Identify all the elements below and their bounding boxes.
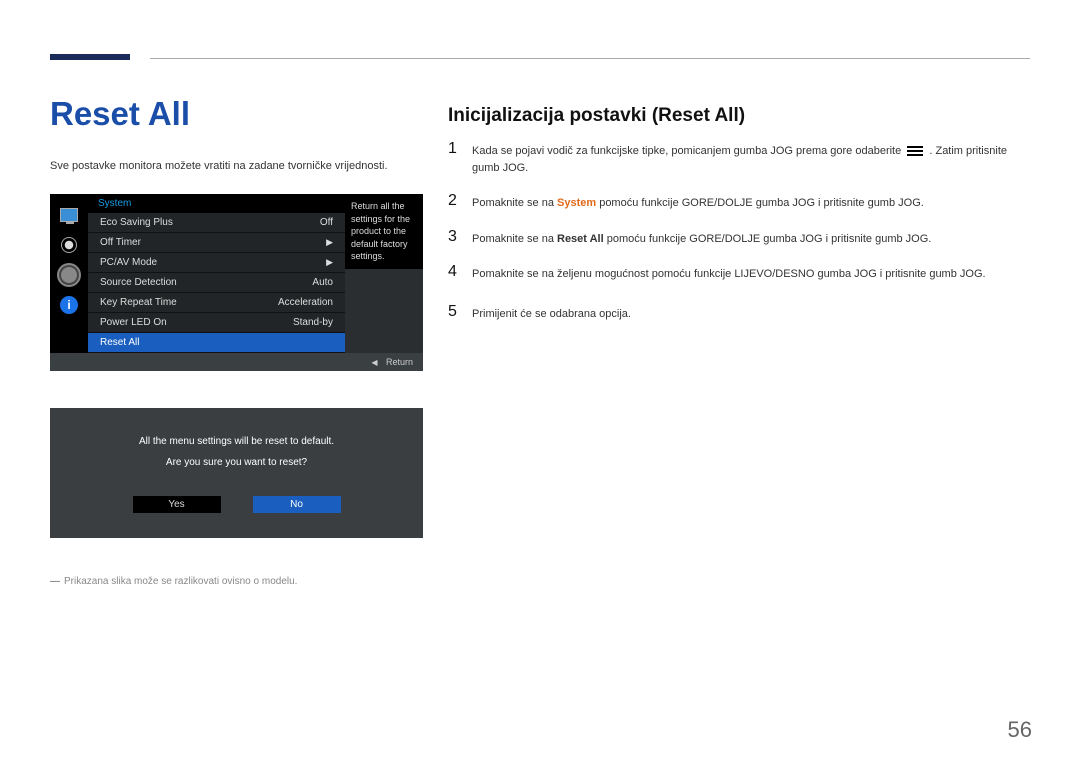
- header-divider: [150, 58, 1030, 59]
- step-number: 5: [448, 303, 472, 321]
- step-5: 5 Primijenit će se odabrana opcija.: [448, 303, 1032, 323]
- step-1: 1 Kada se pojavi vodič za funkcijske tip…: [448, 140, 1032, 176]
- osd-item-pcav: PC/AV Mode ▶: [88, 253, 345, 273]
- step-text: Pomaknite se na željenu mogućnost pomoću…: [472, 263, 986, 283]
- confirm-message-2: Are you sure you want to reset?: [50, 457, 423, 468]
- page-title-left: Reset All: [50, 95, 190, 133]
- osd-tooltip: Return all the settings for the product …: [345, 194, 423, 269]
- monitor-icon: [58, 204, 80, 226]
- osd-item-resetall: Reset All: [88, 333, 345, 353]
- step-number: 1: [448, 140, 472, 158]
- osd-item-label: Off Timer: [100, 237, 141, 248]
- brightness-icon: [58, 234, 80, 256]
- step-text: Pomaknite se na Reset All pomoću funkcij…: [472, 228, 931, 248]
- step-number: 2: [448, 192, 472, 210]
- header-accent-bar: [50, 54, 130, 60]
- step-text: Pomaknite se na System pomoću funkcije G…: [472, 192, 924, 212]
- osd-item-powerled: Power LED On Stand-by: [88, 313, 345, 333]
- page-title-right: Inicijalizacija postavki (Reset All): [448, 105, 745, 127]
- osd-item-value: Acceleration: [278, 297, 333, 308]
- footnote-text: Prikazana slika može se razlikovati ovis…: [64, 576, 297, 587]
- osd-item-label: Key Repeat Time: [100, 297, 177, 308]
- osd-item-keyrepeat: Key Repeat Time Acceleration: [88, 293, 345, 313]
- footnote: ―Prikazana slika može se razlikovati ovi…: [50, 576, 297, 587]
- gear-icon: [58, 264, 80, 286]
- osd-main-panel: System Eco Saving Plus Off Off Timer ▶ P…: [88, 194, 423, 353]
- osd-item-value: Stand-by: [293, 317, 333, 328]
- osd-item-label: PC/AV Mode: [100, 257, 157, 268]
- menu-icon: [907, 146, 923, 156]
- step-number: 3: [448, 228, 472, 246]
- triangle-left-icon: ◀: [371, 358, 377, 367]
- osd-return-label: Return: [386, 357, 413, 367]
- info-icon: i: [58, 294, 80, 316]
- step-number: 4: [448, 263, 472, 281]
- osd-sidebar: i: [50, 194, 88, 353]
- yes-button: Yes: [133, 496, 221, 513]
- osd-item-label: Eco Saving Plus: [100, 217, 173, 228]
- osd-item-offtimer: Off Timer ▶: [88, 233, 345, 253]
- step-text: Primijenit će se odabrana opcija.: [472, 303, 631, 323]
- osd-item-label: Source Detection: [100, 277, 177, 288]
- osd-item-value: Auto: [312, 277, 333, 288]
- osd-item-label: Power LED On: [100, 317, 167, 328]
- chevron-right-icon: ▶: [326, 257, 333, 268]
- step-2: 2 Pomaknite se na System pomoću funkcije…: [448, 192, 1032, 212]
- confirm-dialog-screenshot: All the menu settings will be reset to d…: [50, 408, 423, 538]
- page-number: 56: [1008, 717, 1032, 743]
- step-4: 4 Pomaknite se na željenu mogućnost pomo…: [448, 263, 1032, 283]
- chevron-right-icon: ▶: [326, 237, 333, 248]
- osd-item-source: Source Detection Auto: [88, 273, 345, 293]
- osd-return-bar: ◀ Return: [50, 353, 423, 371]
- intro-text: Sve postavke monitora možete vratiti na …: [50, 160, 388, 172]
- osd-item-value: Off: [320, 217, 333, 228]
- osd-item-label: Reset All: [100, 337, 139, 348]
- osd-menu-screenshot: i System Eco Saving Plus Off Off Timer ▶…: [50, 194, 423, 371]
- osd-item-eco: Eco Saving Plus Off: [88, 213, 345, 233]
- step-text: Kada se pojavi vodič za funkcijske tipke…: [472, 140, 1032, 176]
- no-button: No: [253, 496, 341, 513]
- step-3: 3 Pomaknite se na Reset All pomoću funkc…: [448, 228, 1032, 248]
- steps-list: 1 Kada se pojavi vodič za funkcijske tip…: [448, 140, 1032, 338]
- confirm-message-1: All the menu settings will be reset to d…: [50, 436, 423, 447]
